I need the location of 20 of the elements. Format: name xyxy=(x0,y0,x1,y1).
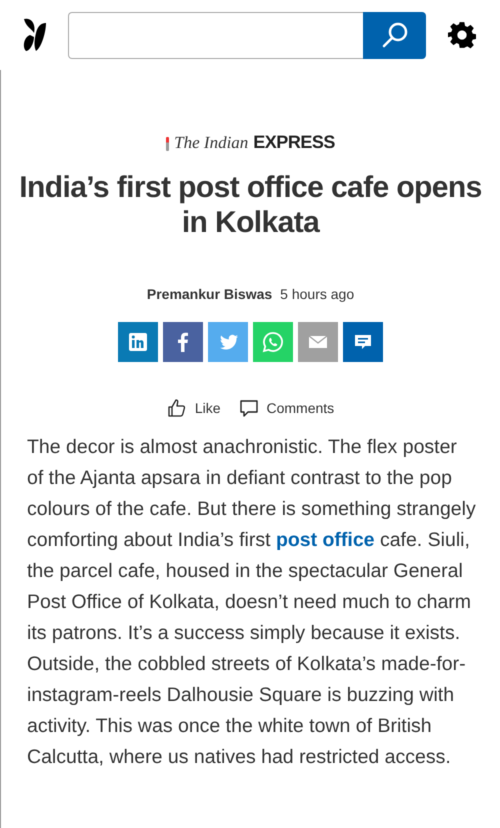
source-name: EXPRESS xyxy=(253,132,335,153)
like-button[interactable]: Like xyxy=(166,398,220,418)
source-mark-icon xyxy=(166,137,170,151)
facebook-share-button[interactable] xyxy=(163,322,203,362)
comments-button[interactable]: Comments xyxy=(238,398,334,418)
source-name: The Indian xyxy=(174,133,248,153)
speech-bubble-icon xyxy=(238,398,258,418)
thumbs-up-icon xyxy=(166,398,187,418)
search-field[interactable] xyxy=(68,12,363,58)
publish-time: 5 hours ago xyxy=(280,286,354,302)
search-button[interactable] xyxy=(363,12,426,58)
article-title: India’s first post office cafe opens in Kolkata xyxy=(18,170,483,240)
article-paragraph: The decor is almost anachronistic. The flex poster of the Ajanta apsara in defiant contrast to the pop colours of the cafe. But there is something strangely comforting about India’s first post office cafe. Siuli, the parcel cafe, housed in the spectacular General Post Office of Kolkata, doesn’t need much to charm its patrons. It’s a success simply because it exists. Outside, the cobbled streets of Kolkata’s made-for-instagram-reels Dalhousie Square is buzzing with activity. This was once the white town of British Calcutta, where us natives had restricted access. xyxy=(27,435,477,770)
linkedin-share-button[interactable] xyxy=(118,322,158,362)
author-name[interactable]: Premankur Biswas xyxy=(146,286,272,302)
email-share-button[interactable] xyxy=(298,322,338,362)
article-link[interactable]: post office xyxy=(276,529,375,551)
comment-share-button[interactable] xyxy=(343,322,383,362)
settings-icon[interactable] xyxy=(448,21,476,49)
search-icon xyxy=(380,21,408,49)
